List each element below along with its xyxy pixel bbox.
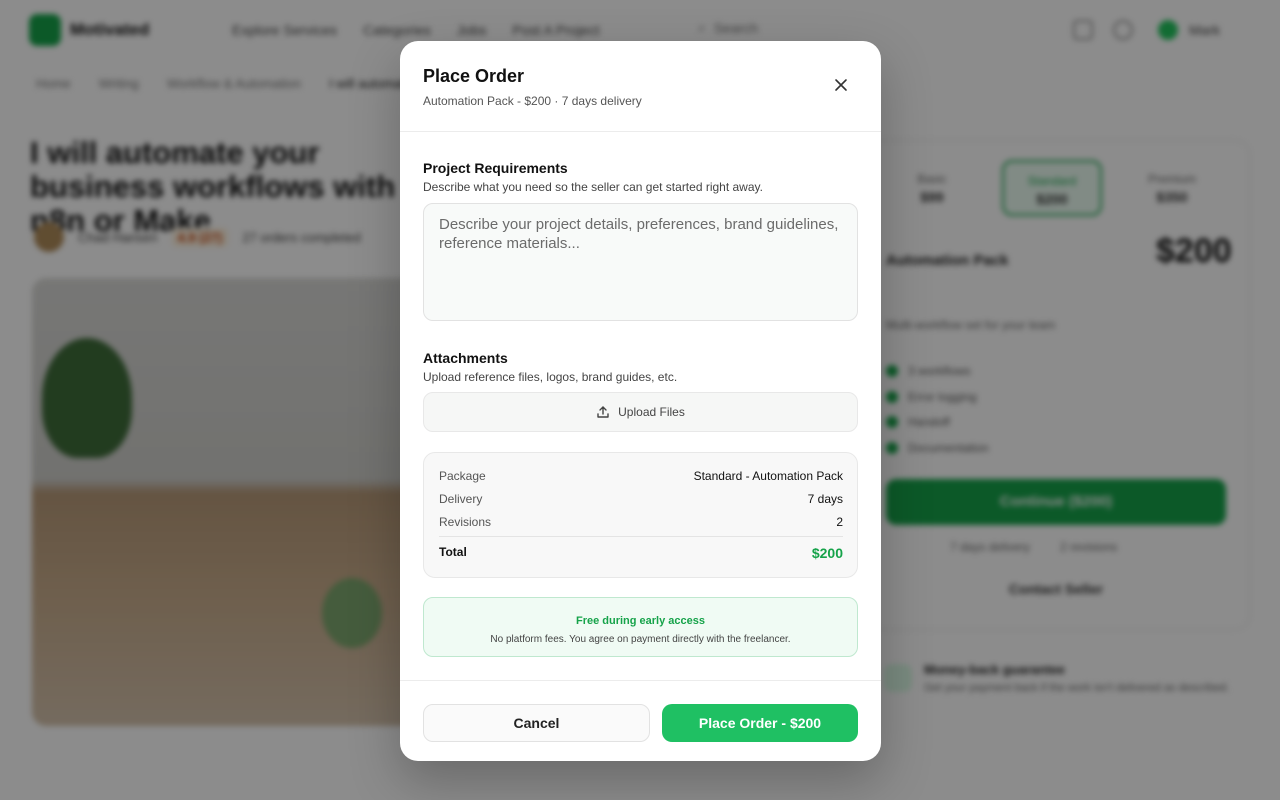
early-access-notice: Free during early access No platform fee… xyxy=(423,597,858,657)
upload-files-button[interactable]: Upload Files xyxy=(423,392,858,432)
summary-value: Standard - Automation Pack xyxy=(693,469,843,483)
requirements-description: Describe what you need so the seller can… xyxy=(423,180,763,194)
upload-files-label: Upload Files xyxy=(618,405,685,419)
modal-title: Place Order xyxy=(423,66,525,86)
summary-value: 2 xyxy=(836,515,843,529)
notice-description: No platform fees. You agree on payment d… xyxy=(490,634,791,645)
place-order-button[interactable]: Place Order - $200 xyxy=(662,704,858,742)
modal-footer: Cancel Place Order - $200 xyxy=(400,680,881,761)
summary-total: Total $200 xyxy=(439,545,843,561)
attachments-description: Upload reference files, logos, brand gui… xyxy=(423,370,678,384)
requirements-title: Project Requirements xyxy=(423,160,568,176)
cancel-button[interactable]: Cancel xyxy=(423,704,650,742)
order-summary: Package Standard - Automation Pack Deliv… xyxy=(423,452,858,578)
summary-row-package: Package Standard - Automation Pack xyxy=(439,469,843,483)
summary-row-delivery: Delivery 7 days xyxy=(439,492,843,506)
close-button[interactable] xyxy=(831,75,851,95)
close-icon xyxy=(835,79,847,91)
requirements-input[interactable] xyxy=(423,203,858,321)
modal-header: Place Order Automation Pack - $200 · 7 d… xyxy=(400,41,881,132)
total-label: Total xyxy=(439,545,467,559)
summary-value: 7 days xyxy=(807,492,843,506)
place-order-modal: Place Order Automation Pack - $200 · 7 d… xyxy=(400,41,881,761)
summary-label: Package xyxy=(439,469,486,483)
total-value: $200 xyxy=(811,545,843,561)
summary-row-revisions: Revisions 2 xyxy=(439,515,843,529)
modal-subtitle: Automation Pack - $200 · 7 days delivery xyxy=(423,94,642,108)
summary-label: Delivery xyxy=(439,492,483,506)
summary-divider xyxy=(439,536,843,537)
upload-icon xyxy=(597,406,609,418)
attachments-title: Attachments xyxy=(423,350,508,366)
summary-label: Revisions xyxy=(439,515,492,529)
notice-title: Free during early access xyxy=(575,615,705,627)
